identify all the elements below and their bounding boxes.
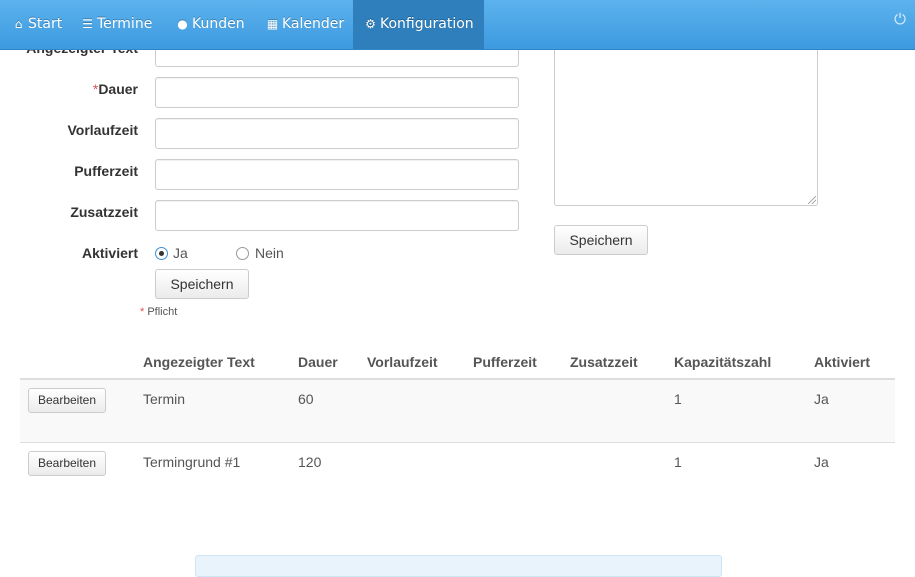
th-kapazitaetszahl: Kapazitätszahl	[674, 354, 772, 370]
nav-item-kunden[interactable]: ● Kunden	[164, 0, 254, 49]
nav-label: Kunden	[192, 16, 245, 32]
cell-dauer: 60	[298, 391, 314, 407]
radio-nein[interactable]	[236, 247, 249, 260]
radio-nein-label[interactable]: Nein	[255, 245, 284, 261]
nav-label: Start	[28, 16, 63, 32]
home-icon: ⌂	[14, 17, 23, 31]
save-button[interactable]: Speichern	[155, 269, 249, 299]
required-marker: *	[140, 306, 145, 318]
th-aktiviert: Aktiviert	[814, 354, 871, 370]
cell-text: Termingrund #1	[143, 454, 241, 470]
cell-kapazitaet: 1	[674, 391, 682, 407]
nav-item-kalender[interactable]: ▦ Kalender	[254, 0, 353, 49]
nav-label: Termine	[97, 16, 153, 32]
cell-text: Termin	[143, 391, 186, 407]
label-dauer-text: Dauer	[98, 81, 138, 97]
cell-aktiviert: Ja	[814, 454, 829, 470]
list-icon: ☰	[82, 17, 93, 31]
label-aktiviert: Aktiviert	[81, 245, 138, 261]
radio-ja-label[interactable]: Ja	[173, 245, 188, 261]
label-pufferzeit: Pufferzeit	[74, 163, 138, 179]
cogs-icon: ⚙	[365, 17, 376, 31]
cell-kapazitaet: 1	[674, 454, 682, 470]
power-icon[interactable]: ⏻	[894, 0, 906, 49]
zusatzzeit-field[interactable]	[155, 200, 519, 231]
th-zusatzzeit: Zusatzzeit	[570, 354, 638, 370]
pflicht-text: Pflicht	[147, 306, 178, 318]
th-vorlaufzeit: Vorlaufzeit	[367, 354, 438, 370]
top-navbar: ⌂ Start ☰ Termine ● Kunden ▦ Kalender ⚙ Konfi…	[0, 0, 915, 50]
label-zusatzzeit: Zusatzzeit	[70, 204, 138, 220]
th-pufferzeit: Pufferzeit	[473, 354, 537, 370]
edit-button[interactable]: Bearbeiten	[28, 388, 106, 413]
required-note: * Pflicht	[140, 306, 177, 318]
vorlaufzeit-field[interactable]	[155, 118, 519, 149]
nav-label: Konfiguration	[380, 16, 474, 32]
label-dauer: *Dauer	[0, 81, 138, 97]
label-vorlaufzeit: Vorlaufzeit	[67, 122, 138, 138]
nav-label: Kalender	[282, 16, 345, 32]
edit-button[interactable]: Bearbeiten	[28, 451, 106, 476]
info-alert	[195, 555, 722, 577]
th-dauer: Dauer	[298, 354, 338, 370]
calendar-icon: ▦	[266, 17, 279, 31]
cell-aktiviert: Ja	[814, 391, 829, 407]
cell-dauer: 120	[298, 454, 322, 470]
user-icon: ●	[177, 17, 188, 31]
dauer-field[interactable]	[155, 77, 519, 108]
save-right-button[interactable]: Speichern	[554, 225, 648, 255]
nav-item-konfiguration[interactable]: ⚙ Konfiguration	[353, 0, 484, 49]
resize-grip-icon[interactable]	[808, 196, 816, 204]
radio-ja[interactable]	[155, 247, 168, 260]
table-row-stripe	[20, 380, 895, 442]
pufferzeit-field[interactable]	[155, 159, 519, 190]
nav-item-start[interactable]: ⌂ Start	[0, 0, 69, 49]
nav-item-termine[interactable]: ☰ Termine	[69, 0, 164, 49]
th-angezeigter-text: Angezeigter Text	[143, 354, 255, 370]
table-row-divider	[20, 442, 895, 443]
